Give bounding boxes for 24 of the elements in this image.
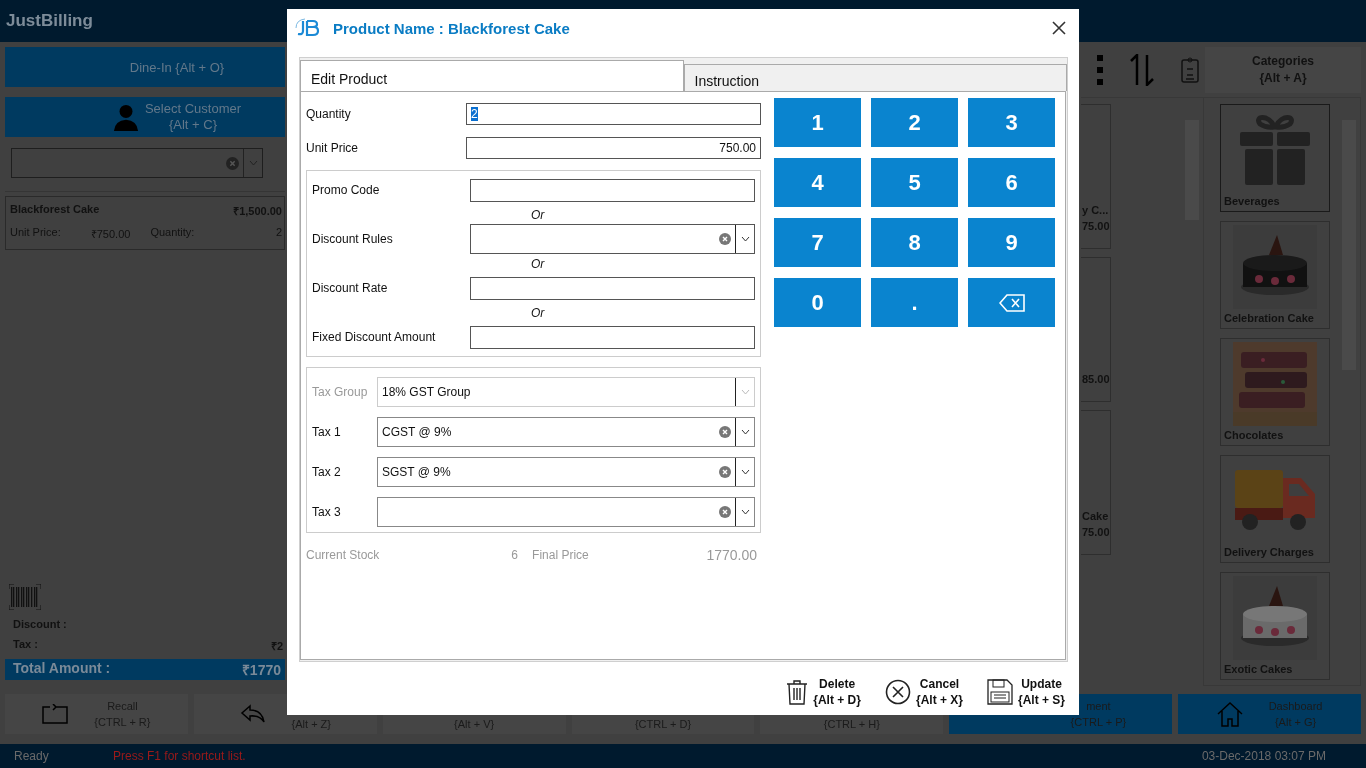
- status-text: Ready: [14, 749, 50, 763]
- date-time: 03-Dec-2018 03:07 PM: [1201, 749, 1326, 763]
- or-separator: Or: [530, 304, 546, 322]
- field-label: Tax Group: [312, 385, 369, 399]
- stock-value: 6: [511, 548, 519, 562]
- shortcut-hint: Press F1 for shortcut list.: [113, 749, 246, 763]
- field-label: Quantity: [306, 107, 352, 121]
- field-label: Tax 3: [312, 505, 342, 519]
- or-separator: Or: [530, 206, 546, 224]
- final-price-value: 1770.00: [706, 547, 757, 563]
- stock-label: Current Stock: [306, 548, 380, 562]
- field-label: Unit Price: [306, 141, 359, 155]
- field-label: Tax 2: [312, 465, 342, 479]
- field-label: Promo Code: [312, 183, 381, 197]
- field-label: Fixed Discount Amount: [312, 330, 437, 344]
- field-label: Discount Rules: [312, 232, 394, 246]
- or-separator: Or: [530, 255, 546, 273]
- field-label: Discount Rate: [312, 281, 389, 295]
- field-label: Tax 1: [312, 425, 342, 439]
- dialog-title: Product Name : Blackforest Cake: [333, 19, 570, 37]
- app-logo: JustBilling: [6, 11, 93, 31]
- total-value: ₹1770: [241, 661, 281, 679]
- total-label: Total Amount :: [13, 660, 111, 678]
- final-price-label: Final Price: [532, 548, 589, 562]
